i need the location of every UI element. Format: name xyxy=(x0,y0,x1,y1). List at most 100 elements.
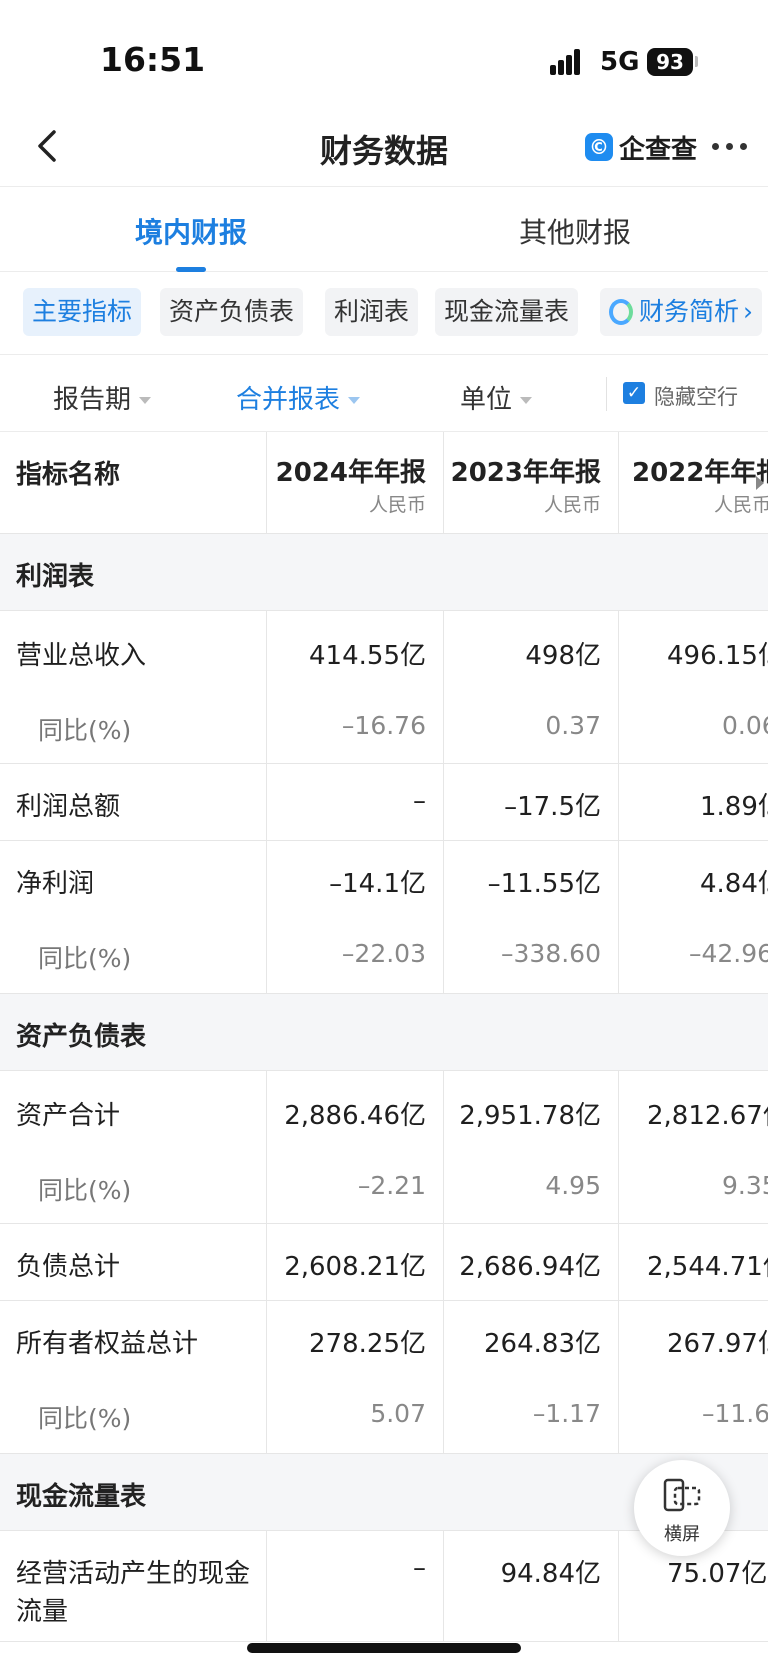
battery-tip xyxy=(695,56,698,67)
cell-value: 4.84亿 xyxy=(700,869,768,899)
table-row: 负债总计 2,608.21亿 2,686.94亿 2,544.71亿 xyxy=(0,1224,768,1301)
cell-value: –14.1亿 xyxy=(329,869,426,899)
chevron-right-icon: › xyxy=(743,297,754,326)
battery-icon: 93 xyxy=(647,48,693,76)
section-title: 资产负债表 xyxy=(16,1022,147,1052)
cell-value: –16.76 xyxy=(341,711,426,740)
cell-value: –11.55亿 xyxy=(487,869,601,899)
chip-income-statement[interactable]: 利润表 xyxy=(325,288,419,336)
header-unit: 人民币 xyxy=(714,494,768,516)
rotate-screen-icon xyxy=(663,1478,701,1512)
section-title: 利润表 xyxy=(16,562,95,592)
row-name-line2: 流量 xyxy=(16,1597,69,1627)
row-name-yoy: 同比(%) xyxy=(38,1404,132,1433)
cell-value: –22.03 xyxy=(341,939,426,968)
report-tabs: 境内财报 其他财报 xyxy=(0,187,768,272)
row-name: 利润总额 xyxy=(16,792,121,822)
row-name-yoy: 同比(%) xyxy=(38,1176,132,1205)
header-year-2024: 2024年年报 xyxy=(275,458,426,488)
chip-financial-analysis[interactable]: 财务简析 › xyxy=(600,288,763,336)
chip-analysis-label: 财务简析 xyxy=(639,297,740,326)
filter-report-label: 合并报表 xyxy=(236,385,341,415)
header-year-2022: 2022年年报 xyxy=(632,458,768,488)
signal-icon xyxy=(550,49,588,75)
filter-period-label: 报告期 xyxy=(53,385,132,415)
cell-value: 2,951.78亿 xyxy=(459,1101,601,1131)
cell-value: 267.97亿 xyxy=(667,1329,768,1359)
header-year-2023: 2023年年报 xyxy=(450,458,601,488)
network-type: 5G xyxy=(600,47,640,77)
filter-bar: 报告期 合并报表 单位 ✓ 隐藏空行 xyxy=(0,355,768,432)
cell-value: 75.07亿 xyxy=(667,1559,768,1589)
cell-value: 2,686.94亿 xyxy=(459,1252,601,1282)
tab-domestic[interactable]: 境内财报 xyxy=(135,211,247,251)
table-row: 所有者权益总计 278.25亿 264.83亿 267.97亿 同比(%) 5.… xyxy=(0,1301,768,1454)
cell-value: 2,544.71亿 xyxy=(647,1252,768,1282)
cell-value: 5.07 xyxy=(370,1399,426,1428)
cell-value: 278.25亿 xyxy=(309,1329,426,1359)
filter-unit-label: 单位 xyxy=(460,385,513,415)
cell-value: –1.17 xyxy=(532,1399,601,1428)
cell-value: –17.5亿 xyxy=(504,792,601,822)
chip-balance-sheet[interactable]: 资产负债表 xyxy=(160,288,304,336)
table-row: 经营活动产生的现金 流量 – 94.84亿 75.07亿 xyxy=(0,1531,768,1642)
status-bar: 16:51 5G 93 xyxy=(0,0,768,110)
home-indicator[interactable] xyxy=(247,1643,521,1653)
row-name-yoy: 同比(%) xyxy=(38,716,132,745)
chip-main-indicators[interactable]: 主要指标 xyxy=(23,288,142,336)
cell-value: 0.06 xyxy=(722,711,768,740)
cell-value: –42.96 xyxy=(689,939,768,968)
scroll-right-icon[interactable] xyxy=(756,476,764,490)
cell-value: 94.84亿 xyxy=(500,1559,601,1589)
category-chips: 主要指标 资产负债表 利润表 现金流量表 财务简析 › xyxy=(0,272,768,355)
hide-empty-checkbox[interactable]: ✓ xyxy=(623,382,645,404)
cell-value: 498亿 xyxy=(525,641,601,671)
row-name: 资产合计 xyxy=(16,1101,121,1131)
header-indicator-name: 指标名称 xyxy=(16,460,121,490)
cell-value: –338.60 xyxy=(501,939,601,968)
row-name: 负债总计 xyxy=(16,1252,121,1282)
qcc-logo-icon: © xyxy=(585,133,613,161)
row-name-yoy: 同比(%) xyxy=(38,944,132,973)
cell-value: 9.35 xyxy=(722,1171,768,1200)
filter-unit[interactable]: 单位 xyxy=(460,379,533,416)
caret-down-icon xyxy=(139,397,152,404)
cell-value: 1.89亿 xyxy=(700,792,768,822)
caret-down-icon xyxy=(348,397,361,404)
table-row: 资产合计 2,886.46亿 2,951.78亿 2,812.67亿 同比(%)… xyxy=(0,1071,768,1224)
cell-value: 496.15亿 xyxy=(667,641,768,671)
tab-other[interactable]: 其他财报 xyxy=(519,211,631,251)
cell-value: – xyxy=(413,1553,426,1583)
landscape-button[interactable]: 横屏 xyxy=(634,1460,730,1556)
cell-value: 4.95 xyxy=(545,1171,601,1200)
row-name: 营业总收入 xyxy=(16,641,147,671)
chip-cashflow[interactable]: 现金流量表 xyxy=(435,288,579,336)
cell-value: –11.64 xyxy=(702,1399,768,1428)
brand-name: 企查查 xyxy=(619,134,698,165)
cell-value: – xyxy=(413,786,426,816)
cell-value: –2.21 xyxy=(357,1171,426,1200)
brand-logo[interactable]: © 企查查 xyxy=(585,130,698,165)
header-unit: 人民币 xyxy=(543,494,601,516)
cell-value: 0.37 xyxy=(545,711,601,740)
filter-divider xyxy=(606,377,607,411)
filter-report-type[interactable]: 合并报表 xyxy=(236,379,361,416)
row-name: 净利润 xyxy=(16,869,95,899)
table-row: 净利润 –14.1亿 –11.55亿 4.84亿 同比(%) –22.03 –3… xyxy=(0,841,768,994)
cell-value: 264.83亿 xyxy=(484,1329,601,1359)
row-name: 经营活动产生的现金 xyxy=(16,1559,251,1589)
filter-period[interactable]: 报告期 xyxy=(53,379,152,416)
hide-empty-label: 隐藏空行 xyxy=(654,385,738,409)
table-header: 指标名称 2024年年报 人民币 2023年年报 人民币 2022年年报 人民币 xyxy=(0,432,768,534)
cell-value: 414.55亿 xyxy=(309,641,426,671)
more-icon[interactable] xyxy=(710,140,750,154)
cell-value: 2,886.46亿 xyxy=(284,1101,426,1131)
cell-value: 2,608.21亿 xyxy=(284,1252,426,1282)
table-row: 营业总收入 414.55亿 498亿 496.15亿 同比(%) –16.76 … xyxy=(0,611,768,764)
row-name: 所有者权益总计 xyxy=(16,1329,199,1359)
table-row: 利润总额 – –17.5亿 1.89亿 xyxy=(0,764,768,841)
status-time: 16:51 xyxy=(100,40,206,79)
header-unit: 人民币 xyxy=(368,494,426,516)
landscape-label: 横屏 xyxy=(664,1524,700,1545)
nav-bar: 财务数据 © 企查查 xyxy=(0,110,768,187)
